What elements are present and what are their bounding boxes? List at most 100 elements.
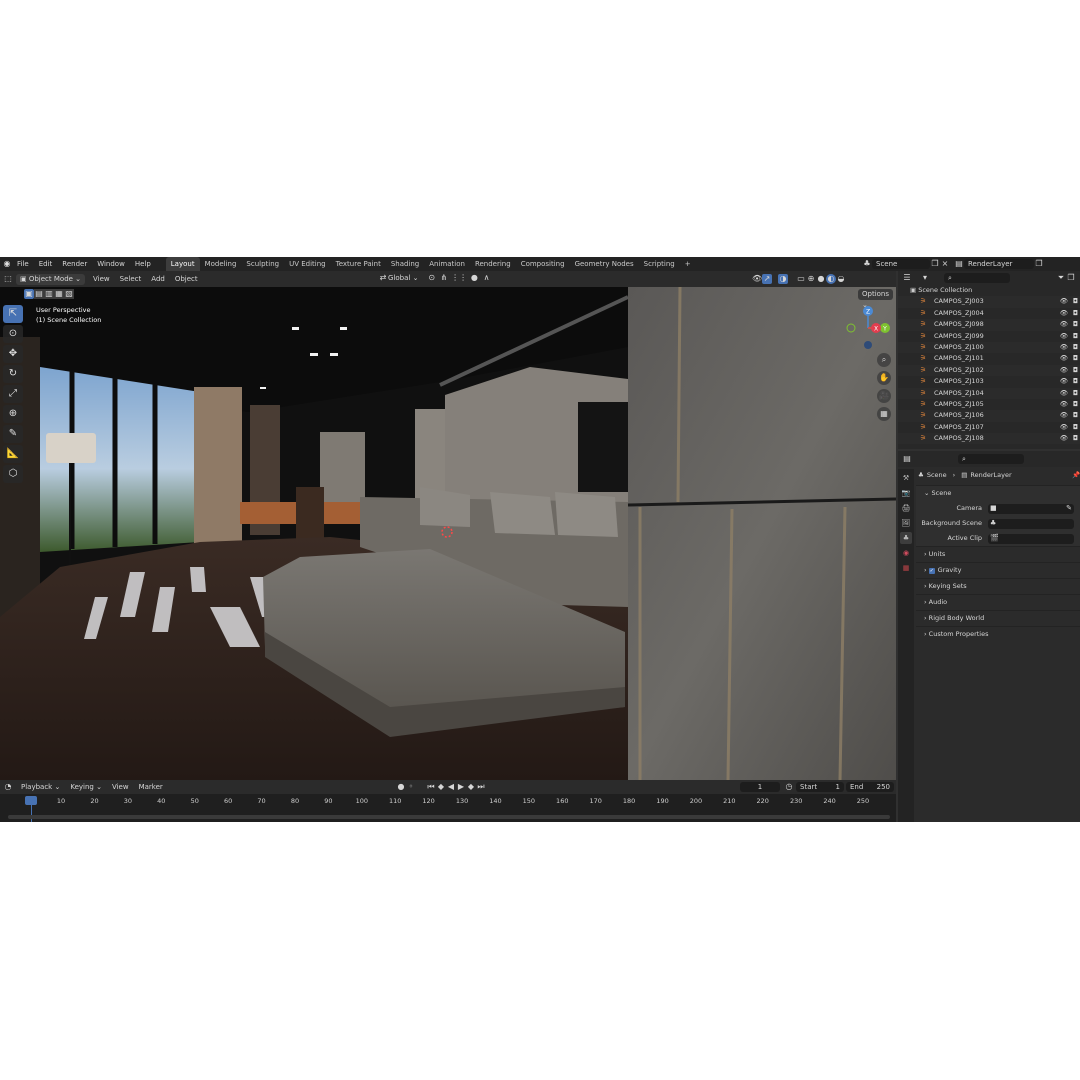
3d-viewport[interactable]: ▣ ▤ ▥ ▦ ▧ User Perspective (1) Scene Col… [0, 287, 896, 780]
render-camera-icon[interactable]: ◘ [1073, 410, 1078, 421]
marker-menu[interactable]: Marker [134, 783, 168, 791]
frame-ruler[interactable]: 1102030405060708090100110120130140150160… [0, 794, 896, 806]
properties-search-input[interactable]: ⌕ [958, 454, 1024, 464]
tab-animation[interactable]: Animation [424, 257, 470, 271]
outliner-item[interactable]: ⚞ CAMPOS_ZJ099 👁 ◘ [898, 331, 1080, 342]
visibility-icon[interactable]: 👁 [752, 274, 762, 284]
property-panel-header[interactable]: › Custom Properties [916, 626, 1080, 642]
timeline-scrollbar[interactable] [8, 815, 890, 819]
eye-visibility-icon[interactable]: 👁 [1060, 308, 1068, 319]
new-collection-icon[interactable]: ❐ [1066, 273, 1076, 283]
menu-render[interactable]: Render [57, 257, 92, 271]
world-tab-icon[interactable]: ◉ [900, 547, 912, 559]
scene-panel-header[interactable]: ⌄ Scene [916, 485, 1080, 501]
playhead[interactable] [25, 796, 37, 805]
snap-target-icon[interactable]: ⋮⋮ [451, 273, 467, 283]
outliner-item[interactable]: ⚞ CAMPOS_ZJ106 👁 ◘ [898, 410, 1080, 422]
tab-sculpting[interactable]: Sculpting [241, 257, 284, 271]
timeline-area[interactable]: 1102030405060708090100110120130140150160… [0, 794, 896, 822]
menu-add[interactable]: Add [146, 275, 170, 283]
eye-visibility-icon[interactable]: 👁 [1060, 296, 1068, 307]
menu-edit[interactable]: Edit [34, 257, 58, 271]
tab-geometry-nodes[interactable]: Geometry Nodes [570, 257, 639, 271]
outliner-item[interactable]: ⚞ CAMPOS_ZJ102 👁 ◘ [898, 364, 1080, 377]
tab-scripting[interactable]: Scripting [639, 257, 680, 271]
material-shading-icon[interactable]: ◐ [826, 274, 836, 284]
blender-logo-icon[interactable]: ◉ [2, 259, 12, 269]
tab-texture-paint[interactable]: Texture Paint [331, 257, 386, 271]
menu-help[interactable]: Help [130, 257, 156, 271]
next-keyframe-icon[interactable]: ◆ [466, 782, 476, 792]
render-camera-icon[interactable]: ◘ [1073, 342, 1078, 353]
camera-view-icon[interactable]: 🎥 [877, 389, 891, 403]
property-panel-header[interactable]: › Audio [916, 594, 1080, 610]
neg-z-axis-handle[interactable] [864, 341, 872, 349]
render-camera-icon[interactable]: ◘ [1073, 353, 1078, 364]
outliner-item[interactable]: ⚞ CAMPOS_ZJ107 👁 ◘ [898, 422, 1080, 433]
annotate-tool-icon[interactable]: ✎ [3, 425, 23, 443]
xray-icon[interactable]: ▭ [796, 274, 806, 284]
render-camera-icon[interactable]: ◘ [1073, 422, 1078, 433]
tab-uv-editing[interactable]: UV Editing [284, 257, 331, 271]
wireframe-shading-icon[interactable]: ⊕ [806, 274, 816, 284]
pan-hand-icon[interactable]: ✋ [877, 371, 891, 385]
view-layer-field[interactable]: RenderLayer [964, 259, 1034, 269]
timeline-view-menu[interactable]: View [107, 783, 134, 791]
eye-visibility-icon[interactable]: 👁 [1060, 319, 1068, 330]
tab-layout[interactable]: Layout [165, 257, 200, 271]
transform-tool-icon[interactable]: ⊕ [3, 405, 23, 423]
tab-modeling[interactable]: Modeling [200, 257, 242, 271]
browse-layer-icon[interactable]: ❐ [1034, 259, 1044, 269]
property-panel-header[interactable]: › Keying Sets [916, 578, 1080, 594]
object-mode-dropdown[interactable]: ▣ Object Mode ⌄ [16, 273, 86, 285]
select-intersect-icon[interactable]: ▧ [64, 289, 74, 299]
preview-range-clock-icon[interactable]: ◷ [784, 782, 794, 792]
outliner-item[interactable]: ⚞ CAMPOS_ZJ105 👁 ◘ [898, 399, 1080, 410]
menu-object[interactable]: Object [170, 275, 203, 283]
play-reverse-icon[interactable]: ◀ [446, 782, 456, 792]
browse-scene-icon[interactable]: ❐ [930, 259, 940, 269]
add-workspace-button[interactable]: + [680, 257, 696, 271]
view-layer-icon[interactable]: ▤ [954, 259, 964, 269]
eye-visibility-icon[interactable]: 👁 [1060, 353, 1068, 364]
scale-tool-icon[interactable]: ⤢ [3, 385, 23, 403]
timeline-editor-icon[interactable]: ◔ [3, 782, 13, 792]
record-icon[interactable]: ● [396, 782, 406, 792]
render-camera-icon[interactable]: ◘ [1073, 319, 1078, 330]
navigation-gizmo[interactable]: Z Y X [843, 303, 893, 353]
menu-window[interactable]: Window [92, 257, 130, 271]
properties-editor-icon[interactable]: ▤ [902, 454, 912, 464]
filter-icon[interactable]: ⏷ [1056, 273, 1066, 283]
eye-visibility-icon[interactable]: 👁 [1060, 376, 1068, 387]
scene-name-field[interactable]: Scene [872, 259, 930, 269]
eye-visibility-icon[interactable]: 👁 [1060, 422, 1068, 433]
render-camera-icon[interactable]: ◘ [1073, 296, 1078, 307]
menu-file[interactable]: File [12, 257, 34, 271]
tool-tab-icon[interactable]: ⚒ [900, 472, 912, 484]
auto-key-options-icon[interactable]: ◦ [406, 782, 416, 792]
neg-y-axis-handle[interactable] [846, 323, 856, 333]
current-frame-field[interactable]: 1 [740, 782, 780, 792]
render-tab-icon[interactable]: 📷 [900, 487, 912, 499]
property-panel-header[interactable]: › Units [916, 546, 1080, 562]
active-clip-field[interactable]: 🎬 [988, 534, 1074, 544]
snap-icon[interactable]: ⋔ [439, 273, 449, 283]
rendered-shading-icon[interactable]: ◒ [836, 274, 846, 284]
jump-end-icon[interactable]: ⏭ [476, 782, 486, 792]
keying-menu[interactable]: Keying ⌄ [65, 783, 107, 791]
outliner-editor-icon[interactable]: ☰ [902, 273, 912, 283]
eye-visibility-icon[interactable]: 👁 [1060, 433, 1068, 444]
property-panel-header[interactable]: › Rigid Body World [916, 610, 1080, 626]
playback-menu[interactable]: Playback ⌄ [16, 783, 65, 791]
move-tool-icon[interactable]: ✥ [3, 345, 23, 363]
solid-shading-icon[interactable]: ● [816, 274, 826, 284]
eyedropper-icon[interactable]: ✎ [1066, 504, 1072, 512]
outliner-item[interactable]: ⚞ CAMPOS_ZJ101 👁 ◘ [898, 353, 1080, 364]
scene-icon[interactable]: ♣ [862, 259, 872, 269]
outliner-item[interactable]: ⚞ CAMPOS_ZJ108 👁 ◘ [898, 433, 1080, 445]
outliner-item[interactable]: ⚞ CAMPOS_ZJ003 👁 ◘ [898, 296, 1080, 308]
play-icon[interactable]: ▶ [456, 782, 466, 792]
options-dropdown[interactable]: Options ⌄ [858, 289, 894, 309]
outliner-item[interactable]: ⚞ CAMPOS_ZJ098 👁 ◘ [898, 319, 1080, 331]
property-panel-header[interactable]: › ✓ Gravity [916, 562, 1080, 578]
